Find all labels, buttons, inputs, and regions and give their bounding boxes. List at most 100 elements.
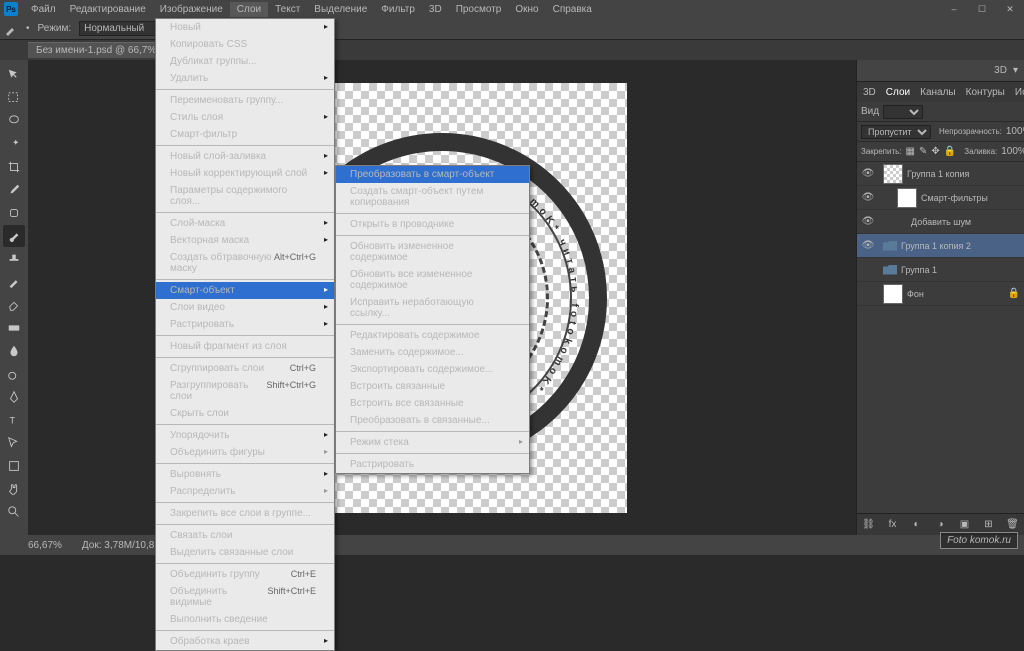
blur-tool[interactable]	[3, 340, 25, 362]
opacity-value[interactable]: 100%	[1006, 126, 1024, 137]
window-maximize[interactable]: ☐	[968, 1, 996, 17]
eraser-tool[interactable]	[3, 294, 25, 316]
layer-row[interactable]: 👁Группа 1 копия	[857, 162, 1024, 186]
shape-tool[interactable]	[3, 455, 25, 477]
eyedropper-tool[interactable]	[3, 179, 25, 201]
tab-history[interactable]: История	[1015, 87, 1024, 98]
menu-item[interactable]: Новый слой-заливка	[156, 148, 334, 165]
menu-item[interactable]: Векторная маска	[156, 232, 334, 249]
menu-item[interactable]: Создать обтравочную маскуAlt+Ctrl+G	[156, 249, 334, 277]
move-tool[interactable]	[3, 64, 25, 86]
menu-item[interactable]: Слой-маска	[156, 215, 334, 232]
layer-row[interactable]: 👁Группа 1 копия 2	[857, 234, 1024, 258]
menu-edit[interactable]: Редактирование	[63, 2, 153, 17]
menu-item[interactable]: Слои видео	[156, 299, 334, 316]
lock-all-icon[interactable]: 🔒	[944, 146, 956, 157]
menu-text[interactable]: Текст	[268, 2, 307, 17]
menu-item[interactable]: Выровнять	[156, 466, 334, 483]
zoom-status[interactable]: 66,67%	[28, 540, 62, 551]
visibility-icon[interactable]	[861, 287, 875, 301]
layer-row[interactable]: Фон🔒	[857, 282, 1024, 306]
menu-item[interactable]: Дубликат группы...	[156, 53, 334, 70]
dodge-tool[interactable]	[3, 363, 25, 385]
menu-item[interactable]: Новый корректирующий слой	[156, 165, 334, 182]
window-minimize[interactable]: –	[940, 1, 968, 17]
zoom-tool[interactable]	[3, 501, 25, 523]
type-tool[interactable]: T	[3, 409, 25, 431]
brush-preset[interactable]: •	[26, 23, 30, 34]
layer-row[interactable]: 👁Смарт-фильтры	[857, 186, 1024, 210]
menu-item[interactable]: Преобразовать в смарт-объект	[336, 166, 529, 183]
3d-label: 3D	[994, 65, 1007, 76]
group-icon[interactable]: ▣	[958, 518, 972, 532]
window-close[interactable]: ✕	[996, 1, 1024, 17]
blend-select[interactable]: Пропустить	[861, 125, 931, 139]
path-tool[interactable]	[3, 432, 25, 454]
heal-tool[interactable]	[3, 202, 25, 224]
lock-transparent-icon[interactable]: ▦	[906, 146, 915, 157]
menu-select[interactable]: Выделение	[307, 2, 374, 17]
menu-help[interactable]: Справка	[546, 2, 599, 17]
kind-select[interactable]	[883, 105, 923, 119]
visibility-icon[interactable]: 👁	[861, 191, 875, 205]
pen-tool[interactable]	[3, 386, 25, 408]
menu-item[interactable]: Стиль слоя	[156, 109, 334, 126]
lasso-tool[interactable]	[3, 110, 25, 132]
link-icon[interactable]: ⛓	[862, 518, 876, 532]
mask-icon[interactable]: ◐	[910, 518, 924, 532]
panel-menu-icon[interactable]: ▾	[1013, 65, 1018, 76]
history-brush-tool[interactable]	[3, 271, 25, 293]
layer-row[interactable]: Группа 1	[857, 258, 1024, 282]
menu-view[interactable]: Просмотр	[449, 2, 509, 17]
menu-file[interactable]: Файл	[24, 2, 63, 17]
menu-item[interactable]: Смарт-объект	[156, 282, 334, 299]
menu-layers[interactable]: Слои	[230, 2, 268, 17]
trash-icon[interactable]: 🗑	[1006, 518, 1020, 532]
stamp-tool[interactable]	[3, 248, 25, 270]
menu-item[interactable]: Встроить все связанные	[336, 395, 529, 412]
menu-item[interactable]: Удалить	[156, 70, 334, 87]
menu-image[interactable]: Изображение	[153, 2, 230, 17]
visibility-icon[interactable]: 👁	[861, 215, 875, 229]
menu-item[interactable]: Выполнить сведение	[156, 611, 334, 628]
menu-item[interactable]: Закрепить все слои в группе...	[156, 505, 334, 522]
wand-tool[interactable]	[3, 133, 25, 155]
menu-filter[interactable]: Фильтр	[374, 2, 422, 17]
fill-value[interactable]: 100%	[1001, 146, 1024, 157]
menu-3d[interactable]: 3D	[422, 2, 449, 17]
visibility-icon[interactable]: 👁	[861, 167, 875, 181]
adjustment-icon[interactable]: ◑	[934, 518, 948, 532]
lock-brush-icon[interactable]: ✎	[919, 146, 927, 157]
menu-window[interactable]: Окно	[508, 2, 545, 17]
menu-item[interactable]: Разгруппировать слоиShift+Ctrl+G	[156, 377, 334, 405]
fx-icon[interactable]: fx	[886, 518, 900, 532]
menu-item[interactable]: Переименовать группу...	[156, 92, 334, 109]
menu-item[interactable]: Обновить все измененное содержимое	[336, 266, 529, 294]
layers-list: 👁Группа 1 копия👁Смарт-фильтры👁Добавить ш…	[857, 162, 1024, 513]
tab-3d[interactable]: 3D	[863, 87, 876, 98]
mode-select[interactable]: Нормальный	[79, 21, 157, 36]
menu-item[interactable]: Новый	[156, 19, 334, 36]
menu-item[interactable]: Объединить группуCtrl+E	[156, 566, 334, 583]
visibility-icon[interactable]: 👁	[861, 239, 875, 253]
tab-channels[interactable]: Каналы	[920, 87, 956, 98]
menu-item[interactable]: Скрыть слои	[156, 405, 334, 422]
menu-item[interactable]: Копировать CSS	[156, 36, 334, 53]
tab-paths[interactable]: Контуры	[966, 87, 1005, 98]
crop-tool[interactable]	[3, 156, 25, 178]
menu-item[interactable]: Объединить видимыеShift+Ctrl+E	[156, 583, 334, 611]
gradient-tool[interactable]	[3, 317, 25, 339]
new-layer-icon[interactable]: ⊞	[982, 518, 996, 532]
marquee-tool[interactable]	[3, 87, 25, 109]
visibility-icon[interactable]	[861, 263, 875, 277]
tab-layers[interactable]: Слои	[886, 87, 910, 98]
brush-tool[interactable]	[3, 225, 25, 247]
menu-item[interactable]: Сгруппировать слоиCtrl+G	[156, 360, 334, 377]
lock-move-icon[interactable]: ✥	[931, 146, 939, 157]
layer-row[interactable]: 👁Добавить шум	[857, 210, 1024, 234]
menu-item[interactable]: Обработка краев	[156, 633, 334, 650]
hand-tool[interactable]	[3, 478, 25, 500]
menu-item[interactable]: Растрировать	[156, 316, 334, 333]
menu-item[interactable]: Упорядочить	[156, 427, 334, 444]
menu-item[interactable]: Создать смарт-объект путем копирования	[336, 183, 529, 211]
